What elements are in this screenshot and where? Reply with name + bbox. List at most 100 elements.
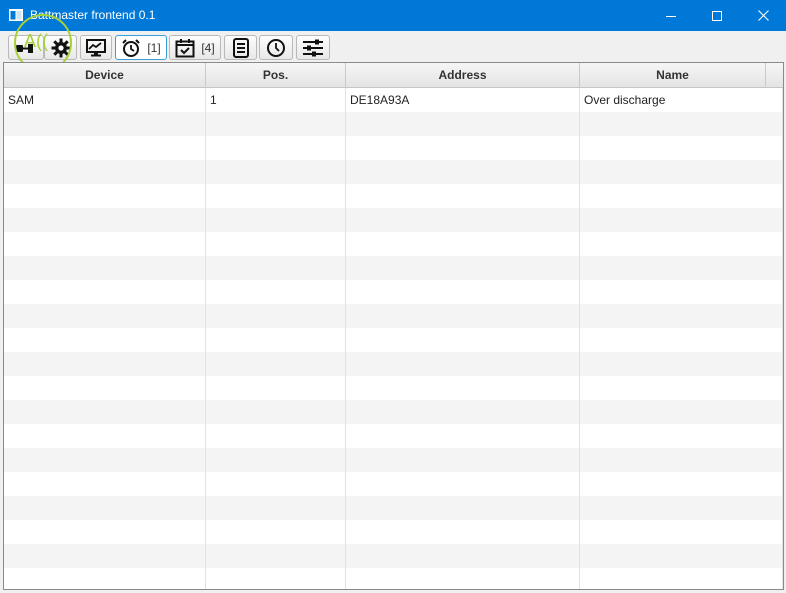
table-cell [346, 448, 580, 472]
table-row[interactable] [4, 328, 783, 352]
toolbar-button-list[interactable] [224, 35, 257, 60]
table-cell [346, 304, 580, 328]
table-cell [346, 472, 580, 496]
table-cell [346, 280, 580, 304]
table-cell [580, 472, 783, 496]
table-row[interactable] [4, 472, 783, 496]
table-cell [4, 184, 206, 208]
table-cell [346, 160, 580, 184]
table-cell: Over discharge [580, 88, 783, 112]
table-cell [4, 544, 206, 568]
table-cell [346, 544, 580, 568]
table-row[interactable] [4, 160, 783, 184]
monitor-chart-icon [86, 38, 106, 56]
table-row[interactable]: SAM 1 DE18A93A Over discharge [4, 88, 783, 112]
table-cell [206, 136, 346, 160]
table-row[interactable] [4, 280, 783, 304]
toolbar-button-monitor[interactable] [80, 35, 112, 60]
table-cell [580, 448, 783, 472]
toolbar-button-clock[interactable] [259, 35, 293, 60]
table-row[interactable] [4, 448, 783, 472]
table-cell [206, 472, 346, 496]
table-row[interactable] [4, 544, 783, 568]
toolbar-button-sliders[interactable] [296, 35, 330, 60]
table-row[interactable] [4, 256, 783, 280]
table-cell [206, 376, 346, 400]
minimize-button[interactable] [648, 0, 694, 31]
table-row[interactable] [4, 112, 783, 136]
close-button[interactable] [740, 0, 786, 31]
table-cell [580, 568, 783, 589]
toolbar-button-battery[interactable] [8, 35, 44, 60]
table-row[interactable] [4, 304, 783, 328]
calendar-count: [4] [201, 40, 215, 55]
table-cell [346, 232, 580, 256]
title-bar[interactable]: Battmaster frontend 0.1 [0, 0, 786, 31]
table-cell [4, 112, 206, 136]
table-row[interactable] [4, 352, 783, 376]
table-cell [4, 232, 206, 256]
table-row[interactable] [4, 184, 783, 208]
table-cell [580, 424, 783, 448]
table-cell [4, 136, 206, 160]
minimize-icon [666, 15, 676, 17]
table-cell [4, 280, 206, 304]
table-cell [4, 352, 206, 376]
table-cell [580, 232, 783, 256]
table-cell [346, 184, 580, 208]
table-cell [206, 256, 346, 280]
table-row[interactable] [4, 232, 783, 256]
table-cell [346, 256, 580, 280]
table-cell [580, 520, 783, 544]
table-row[interactable] [4, 208, 783, 232]
table-cell [4, 208, 206, 232]
alarms-table[interactable]: Device Pos. Address Name SAM 1 DE18A93A Ove… [3, 62, 784, 590]
table-cell [206, 544, 346, 568]
table-cell [206, 232, 346, 256]
table-cell [206, 424, 346, 448]
column-header-pos[interactable]: Pos. [206, 63, 346, 88]
table-cell [580, 208, 783, 232]
column-header-device[interactable]: Device [4, 63, 206, 88]
table-row[interactable] [4, 376, 783, 400]
table-cell: DE18A93A [346, 88, 580, 112]
table-cell [4, 424, 206, 448]
table-cell [346, 112, 580, 136]
table-cell [346, 520, 580, 544]
gear-icon [51, 38, 70, 57]
sliders-icon [303, 39, 323, 56]
table-cell [4, 376, 206, 400]
table-cell [580, 112, 783, 136]
column-header-name[interactable]: Name [580, 63, 766, 88]
toolbar-button-alarms[interactable]: [1] [115, 35, 167, 60]
table-cell [580, 376, 783, 400]
table-cell [4, 304, 206, 328]
toolbar-button-calendar[interactable]: [4] [169, 35, 221, 60]
column-header-address[interactable]: Address [346, 63, 580, 88]
calendar-check-icon [175, 38, 195, 57]
table-row[interactable] [4, 136, 783, 160]
table-cell [4, 472, 206, 496]
table-cell [206, 304, 346, 328]
table-row[interactable] [4, 496, 783, 520]
table-row[interactable] [4, 424, 783, 448]
table-cell [4, 256, 206, 280]
table-cell [206, 280, 346, 304]
table-cell [206, 520, 346, 544]
table-cell [346, 328, 580, 352]
table-cell [580, 184, 783, 208]
table-row[interactable] [4, 400, 783, 424]
table-cell [346, 208, 580, 232]
table-row[interactable] [4, 568, 783, 589]
table-header: Device Pos. Address Name [4, 63, 783, 88]
table-cell [346, 496, 580, 520]
maximize-button[interactable] [694, 0, 740, 31]
alarm-clock-icon [122, 38, 141, 57]
toolbar-button-settings[interactable] [44, 35, 77, 60]
table-row[interactable] [4, 520, 783, 544]
table-cell [206, 400, 346, 424]
table-cell [4, 496, 206, 520]
table-cell [580, 328, 783, 352]
app-icon [9, 9, 23, 21]
close-icon [757, 10, 769, 21]
